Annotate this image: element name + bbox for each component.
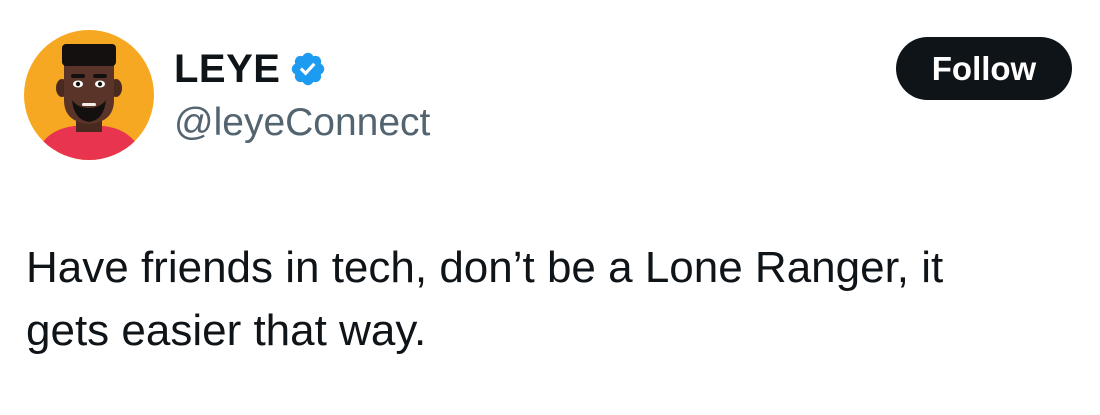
cartoon-man-avatar-icon	[24, 30, 154, 160]
tweet-text: Have friends in tech, don’t be a Lone Ra…	[26, 236, 1076, 362]
display-name[interactable]: LEYE	[174, 44, 280, 94]
tweet-card: LEYE @leyeConnect Follow Have friends in…	[0, 0, 1100, 415]
follow-button[interactable]: Follow	[896, 37, 1072, 100]
user-handle[interactable]: @leyeConnect	[174, 98, 430, 148]
tweet-text-line-2: gets easier that way.	[26, 306, 427, 355]
verified-badge-icon	[289, 50, 327, 88]
author-name-row: LEYE	[174, 44, 327, 94]
avatar[interactable]	[24, 30, 154, 160]
tweet-text-line-1: Have friends in tech, don’t be a Lone Ra…	[26, 243, 944, 292]
